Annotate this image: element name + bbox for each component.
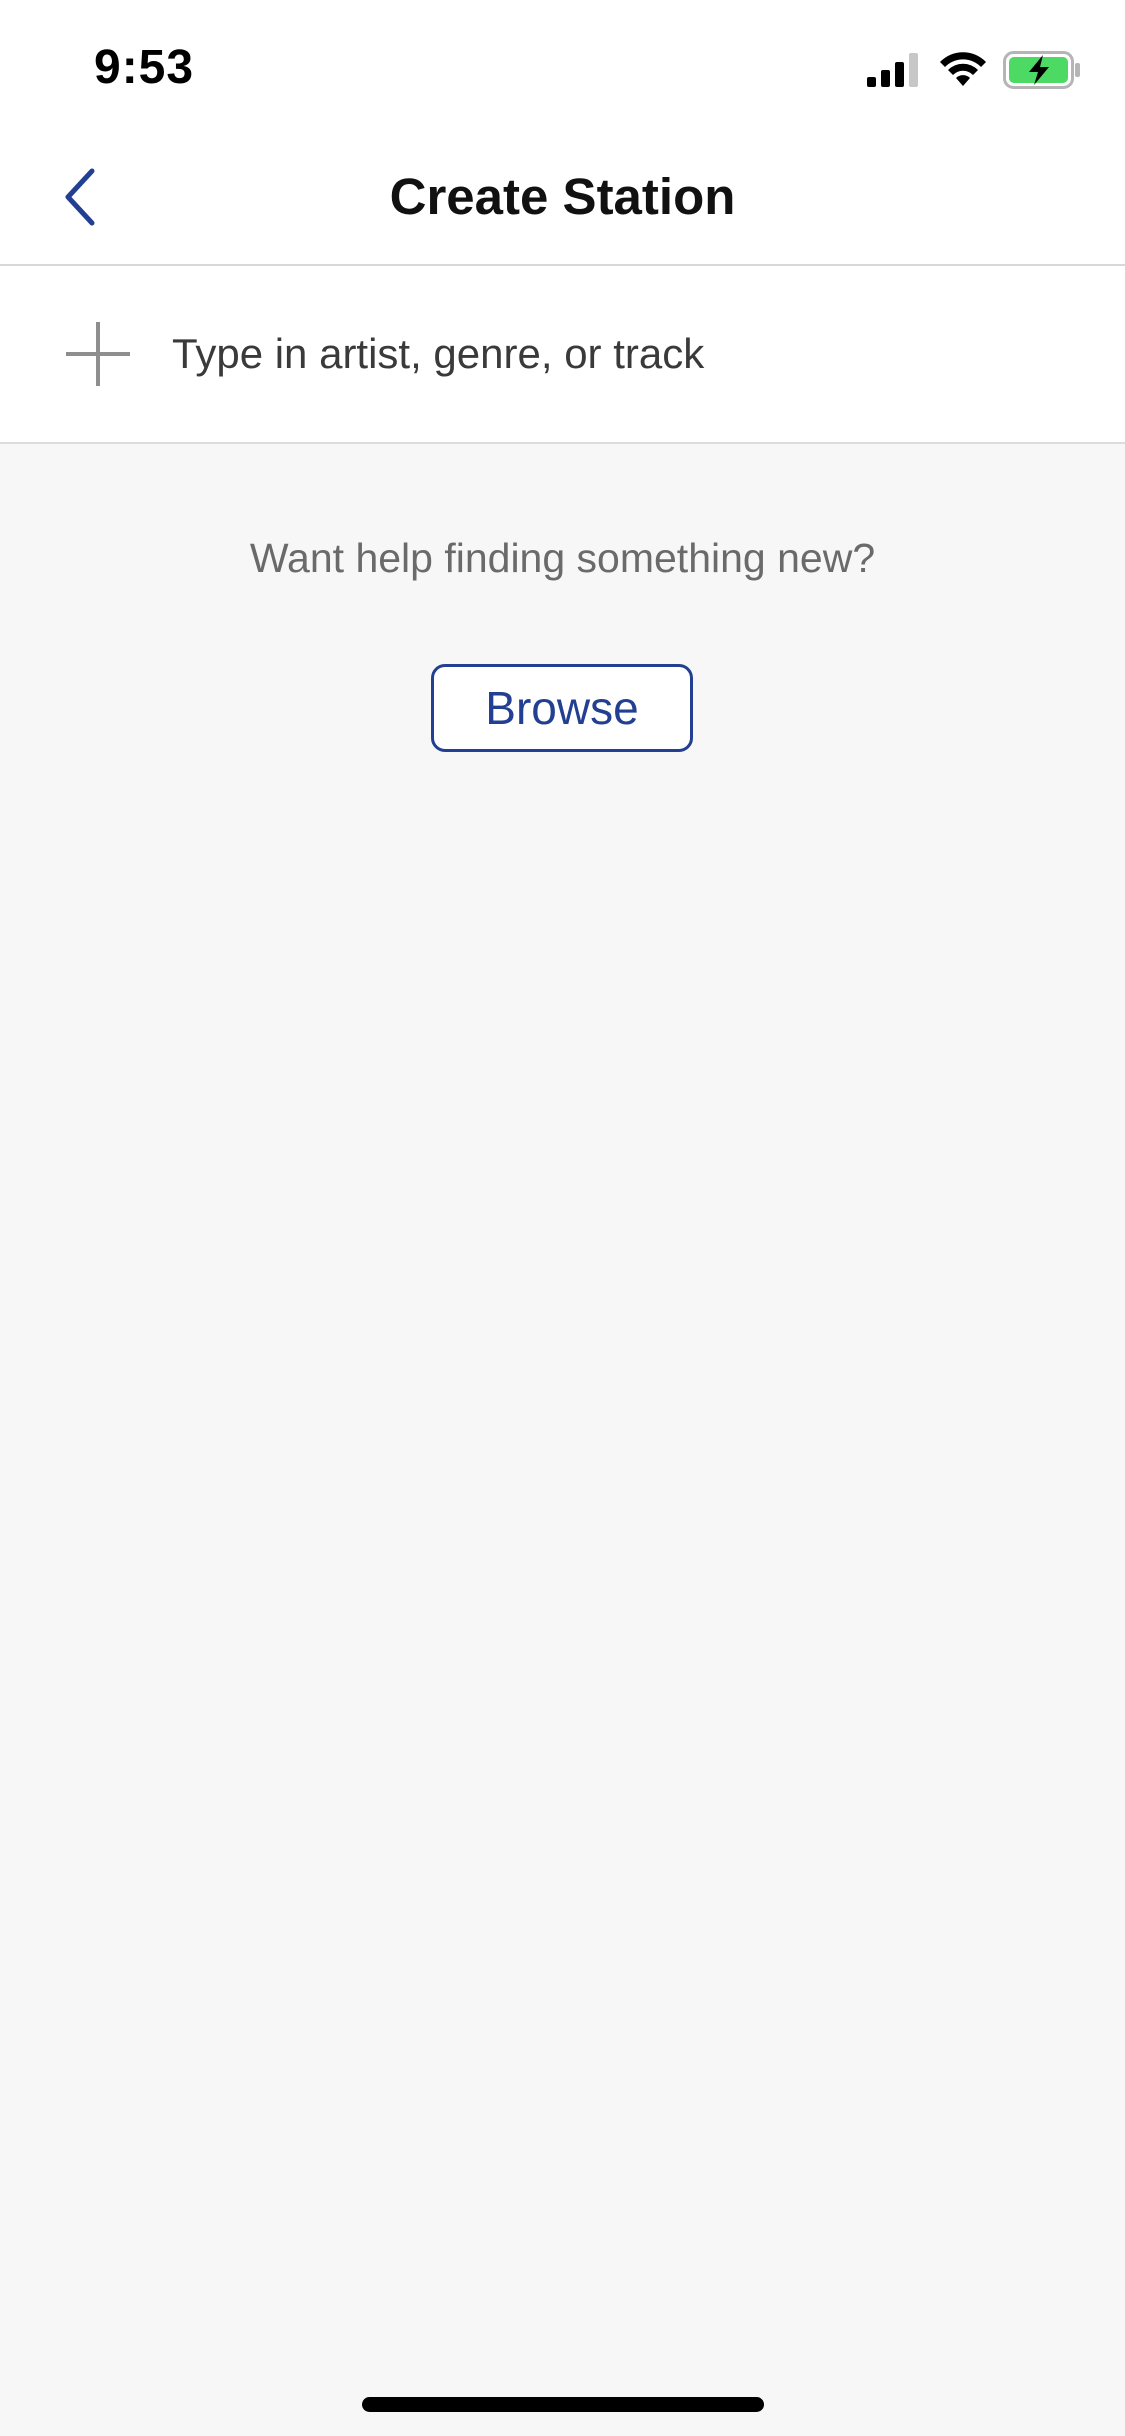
browse-button[interactable]: Browse <box>431 664 693 752</box>
nav-bar: Create Station <box>0 135 1125 266</box>
browse-prompt: Want help finding something new? <box>249 535 876 581</box>
home-indicator[interactable] <box>362 2397 764 2412</box>
plus-icon <box>66 322 130 386</box>
page-title: Create Station <box>389 168 736 225</box>
search-row[interactable] <box>0 266 1125 444</box>
signal-icon <box>867 53 918 87</box>
wifi-icon <box>940 52 986 86</box>
search-input[interactable] <box>172 316 1072 392</box>
status-icons <box>867 50 1081 90</box>
status-time: 9:53 <box>94 41 195 94</box>
status-bar: 9:53 <box>0 0 1125 135</box>
battery-charging-icon <box>1003 51 1080 89</box>
